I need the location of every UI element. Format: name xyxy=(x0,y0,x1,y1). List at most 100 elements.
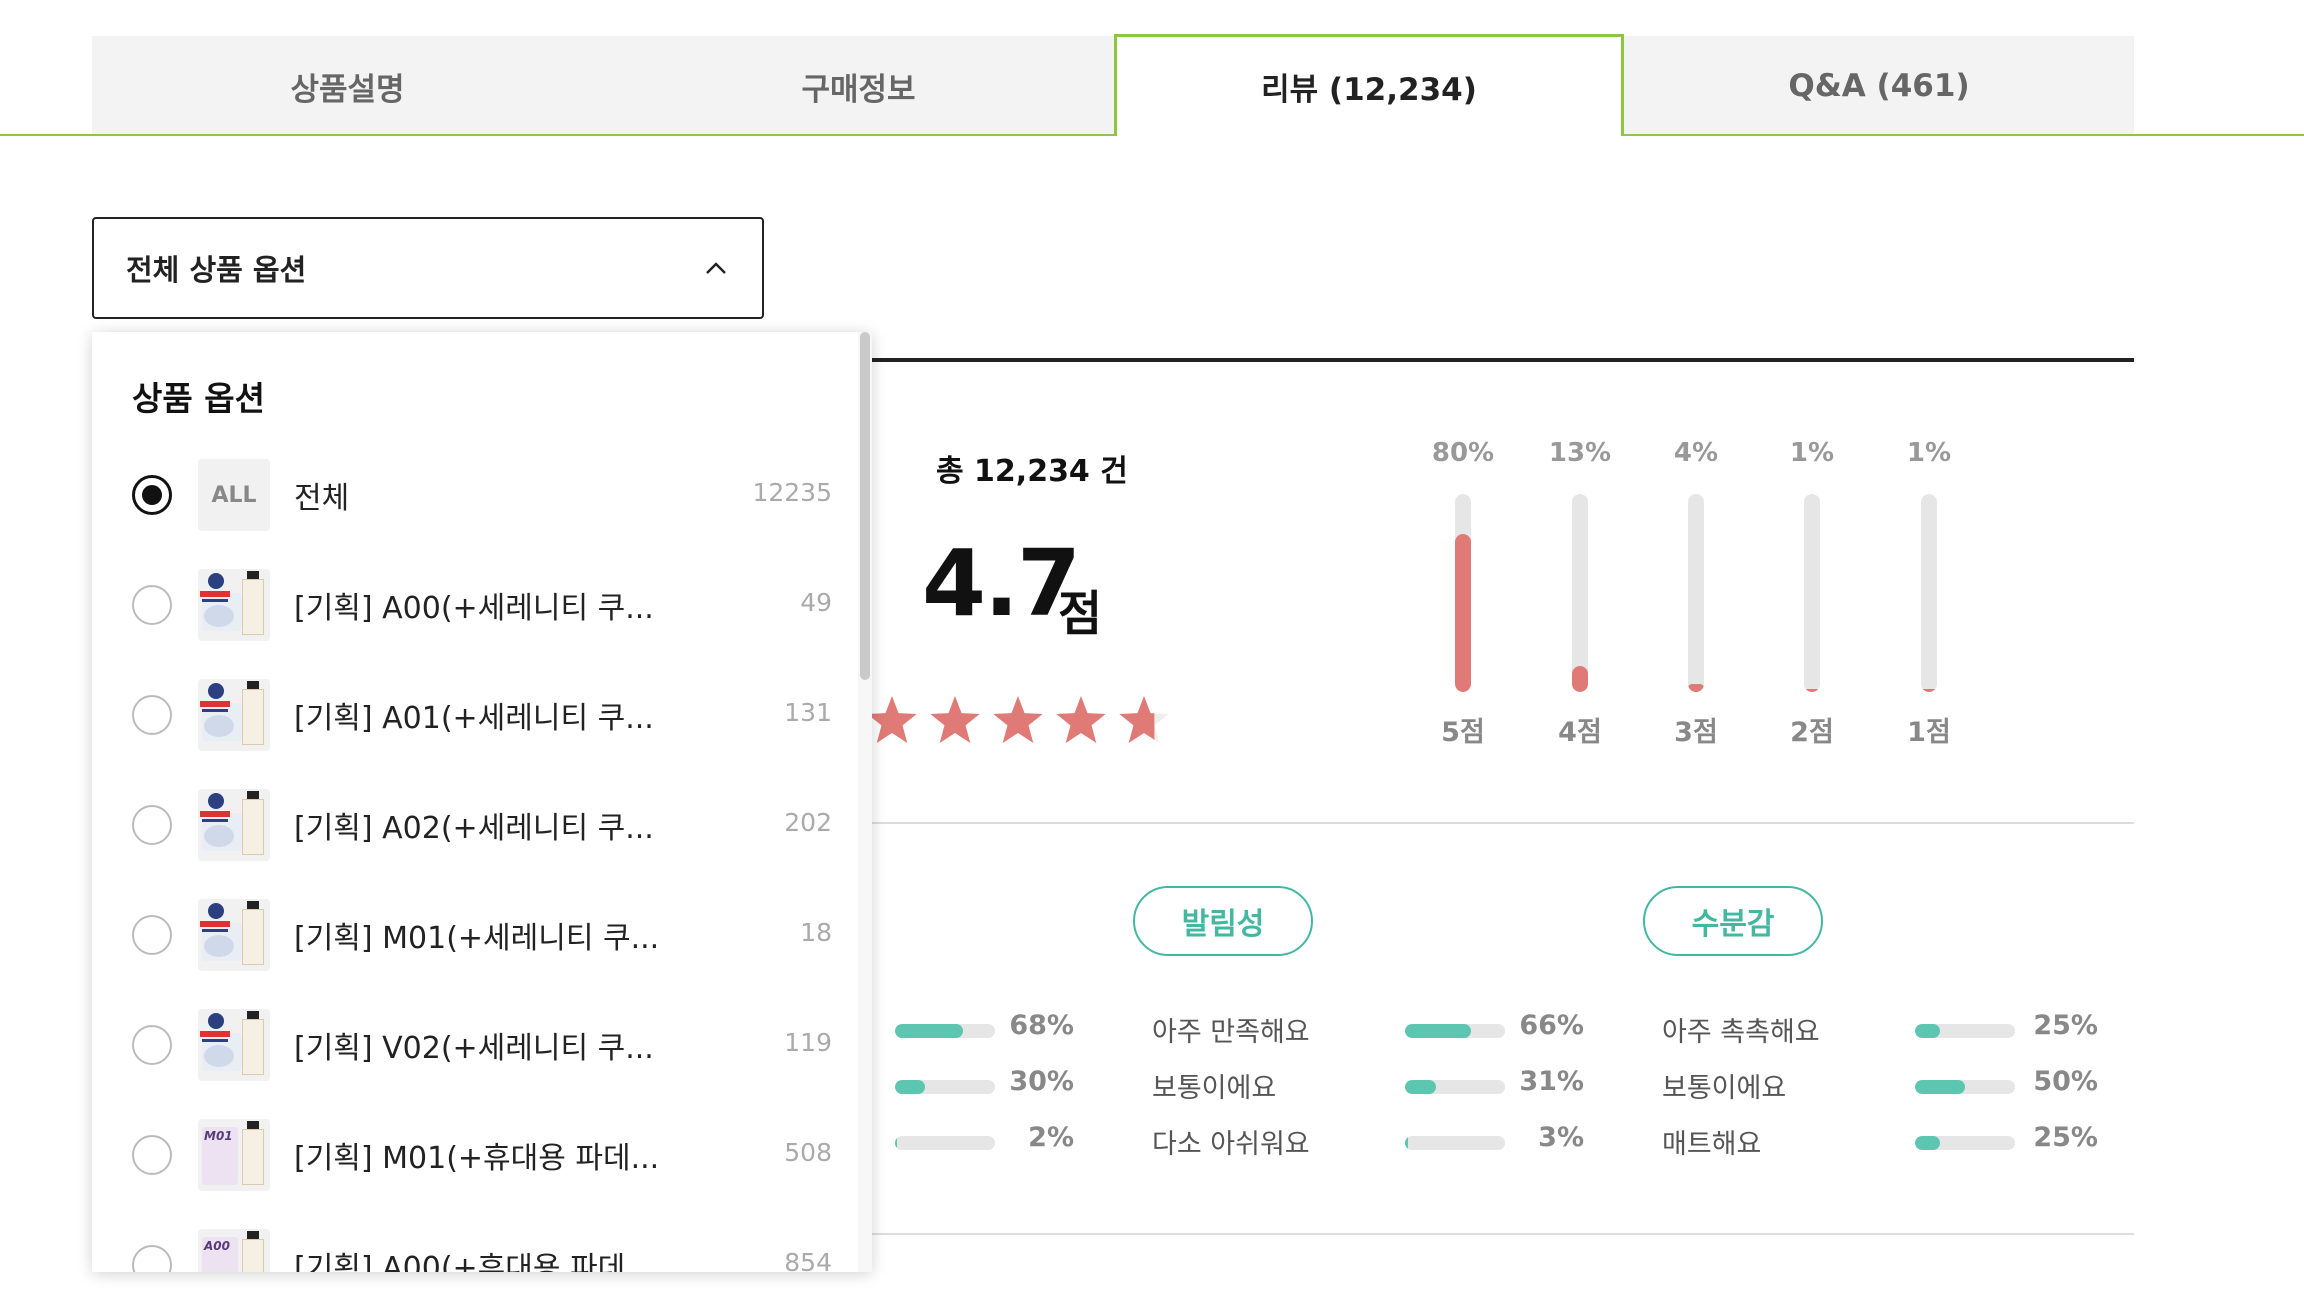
rating-bar-track xyxy=(1921,494,1937,692)
attribute-percent: 3% xyxy=(1538,1122,1584,1153)
option-thumbnail xyxy=(198,1009,270,1081)
attribute-percent: 66% xyxy=(1519,1010,1584,1041)
option-thumbnail xyxy=(198,679,270,751)
option-thumbnail-shade-text: M01 xyxy=(204,1129,233,1143)
brand-badge-icon xyxy=(208,683,224,699)
star-fill xyxy=(1056,696,1106,743)
rating-bar-track xyxy=(1688,494,1704,692)
dropdown-scrollbar[interactable] xyxy=(858,332,872,1272)
rating-bar-track xyxy=(1804,494,1820,692)
option-item[interactable]: [기획] A02(+세레니티 쿠... 202 xyxy=(92,770,872,880)
star-fill xyxy=(867,696,917,743)
rating-bar-track xyxy=(1572,494,1588,692)
foundation-bottle-image xyxy=(242,1019,264,1075)
option-count: 854 xyxy=(784,1248,832,1272)
option-item[interactable]: A00 [기획] A00(+휴대용 파데... 854 xyxy=(92,1210,872,1272)
option-item[interactable]: [기획] A01(+세레니티 쿠... 131 xyxy=(92,660,872,770)
option-label: [기획] M01(+세레니티 쿠... xyxy=(294,921,660,956)
attribute-bar-track xyxy=(1915,1136,2015,1150)
star-fill xyxy=(930,696,980,743)
product-label-image xyxy=(200,701,230,707)
rating-bar-percent: 4% xyxy=(1673,438,1719,468)
brand-badge-icon xyxy=(208,793,224,809)
product-label-image xyxy=(200,921,230,927)
product-label-image xyxy=(202,599,228,602)
option-radio[interactable] xyxy=(132,915,172,955)
option-radio[interactable] xyxy=(132,585,172,625)
option-item[interactable]: [기획] M01(+세레니티 쿠... 18 xyxy=(92,880,872,990)
attribute-pill-spread: 발림성 xyxy=(1133,886,1313,956)
product-option-select-label: 전체 상품 옵션 xyxy=(126,253,307,287)
average-score: 4.7 xyxy=(922,530,1081,637)
product-label-image xyxy=(202,1039,228,1042)
puff-image xyxy=(204,935,234,957)
attribute-pill-moisture: 수분감 xyxy=(1643,886,1823,956)
rating-bar-label: 2점 xyxy=(1790,717,1834,748)
product-label-image xyxy=(200,811,230,817)
dropdown-scrollbar-thumb[interactable] xyxy=(860,332,870,680)
option-count: 49 xyxy=(800,588,832,617)
attribute-bar-fill xyxy=(895,1024,963,1038)
rating-bar-track xyxy=(1455,494,1471,692)
product-option-dropdown: 상품 옵션 ALL 전체 12235 [기획] A00(+세레니티 쿠... 49 [기획… xyxy=(92,332,872,1272)
option-radio[interactable] xyxy=(132,1245,172,1272)
attribute-bar-track xyxy=(1405,1136,1505,1150)
tab-qna[interactable]: Q&A (461) xyxy=(1624,36,2134,136)
foundation-bottle-image xyxy=(242,579,264,635)
attribute-bar-fill xyxy=(1915,1080,1965,1094)
attribute-bar-fill xyxy=(895,1136,897,1150)
attribute-percent: 2% xyxy=(1028,1122,1074,1153)
foundation-bottle-image xyxy=(242,1239,264,1272)
attribute-bar-track xyxy=(895,1024,995,1038)
attribute-bar-fill xyxy=(1405,1080,1436,1094)
option-item[interactable]: [기획] A00(+세레니티 쿠... 49 xyxy=(92,550,872,660)
attribute-option-label: 다소 아쉬워요 xyxy=(1152,1129,1310,1160)
option-label: [기획] M01(+휴대용 파데... xyxy=(294,1141,660,1176)
rating-bar-fill xyxy=(1688,684,1704,692)
attribute-bar-track xyxy=(1405,1024,1505,1038)
puff-image xyxy=(204,825,234,847)
option-thumbnail xyxy=(198,569,270,641)
rating-bar-label: 4점 xyxy=(1558,717,1602,748)
option-count: 202 xyxy=(784,808,832,837)
rating-bar-label: 1점 xyxy=(1907,717,1951,748)
tab-product-description[interactable]: 상품설명 xyxy=(92,36,603,136)
rating-stars xyxy=(867,696,1169,743)
option-count: 119 xyxy=(784,1028,832,1057)
attribute-option-label: 아주 만족해요 xyxy=(1152,1017,1310,1048)
dropdown-title: 상품 옵션 xyxy=(132,379,265,418)
product-label-image xyxy=(200,1031,230,1037)
option-item[interactable]: ALL 전체 12235 xyxy=(92,440,872,550)
rating-bar-3: 4% 3점 xyxy=(1657,438,1747,748)
rating-bar-label: 5점 xyxy=(1441,717,1485,748)
option-thumbnail xyxy=(198,789,270,861)
tab-reviews[interactable]: 리뷰 (12,234) xyxy=(1114,34,1624,136)
option-item[interactable]: [기획] V02(+세레니티 쿠... 119 xyxy=(92,990,872,1100)
score-unit: 점 xyxy=(1058,586,1103,642)
option-item[interactable]: M01 [기획] M01(+휴대용 파데... 508 xyxy=(92,1100,872,1210)
product-label-image xyxy=(202,819,228,822)
option-radio[interactable] xyxy=(132,475,172,515)
option-label: [기획] A00(+세레니티 쿠... xyxy=(294,591,654,626)
option-thumbnail: ALL xyxy=(198,459,270,531)
option-radio[interactable] xyxy=(132,1135,172,1175)
attribute-option-label: 아주 촉촉해요 xyxy=(1662,1017,1820,1048)
product-option-select[interactable]: 전체 상품 옵션 xyxy=(92,217,764,319)
attribute-bar-fill xyxy=(1405,1024,1471,1038)
attribute-bar-track xyxy=(895,1136,995,1150)
foundation-bottle-image xyxy=(242,909,264,965)
product-label-image xyxy=(200,591,230,597)
puff-image xyxy=(204,715,234,737)
option-radio[interactable] xyxy=(132,805,172,845)
brand-badge-icon xyxy=(208,1013,224,1029)
attribute-bar-fill xyxy=(895,1080,925,1094)
attribute-option-label: 매트해요 xyxy=(1662,1129,1762,1160)
attribute-bar-fill xyxy=(1405,1136,1408,1150)
attribute-bar-track xyxy=(1405,1080,1505,1094)
divider xyxy=(840,1233,2134,1235)
tab-purchase-info[interactable]: 구매정보 xyxy=(603,36,1114,136)
option-radio[interactable] xyxy=(132,1025,172,1065)
star-fill xyxy=(993,696,1043,743)
puff-image xyxy=(204,605,234,627)
option-radio[interactable] xyxy=(132,695,172,735)
